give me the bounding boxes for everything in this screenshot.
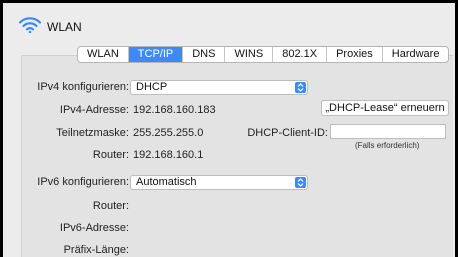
- dhcp-client-id-label: DHCP-Client-ID:: [247, 127, 328, 139]
- chevron-updown-icon: [295, 177, 306, 188]
- ipv4-router-value: 192.168.160.1: [133, 149, 204, 161]
- ipv4-configure-label: IPv4 konfigurieren:: [37, 81, 129, 93]
- tab-8021x[interactable]: 802.1X: [273, 47, 328, 62]
- ipv6-configure-select[interactable]: Automatisch: [130, 175, 308, 190]
- tab-bar: WLAN TCP/IP DNS WINS 802.1X Proxies Hard…: [77, 46, 450, 63]
- ipv6-router-label: Router:: [92, 200, 129, 212]
- wifi-icon: [19, 17, 41, 33]
- title-bar: WLAN: [3, 3, 455, 43]
- ipv6-configure-value: Automatisch: [136, 176, 197, 188]
- ipv4-configure-value: DHCP: [136, 81, 168, 93]
- tab-tcpip[interactable]: TCP/IP: [128, 47, 184, 62]
- renew-dhcp-lease-button[interactable]: „DHCP-Lease“ erneuern: [321, 100, 449, 116]
- subnet-mask-label: Teilnetzmaske:: [56, 127, 129, 139]
- ipv6-address-label: IPv6-Adresse:: [59, 222, 129, 234]
- client-id-hint: (Falls erforderlich): [355, 141, 420, 150]
- ipv4-configure-select[interactable]: DHCP: [130, 80, 308, 95]
- tab-hardware[interactable]: Hardware: [383, 47, 449, 62]
- window-title: WLAN: [47, 20, 82, 34]
- tab-wlan[interactable]: WLAN: [78, 47, 129, 62]
- ipv4-address-label: IPv4-Adresse:: [59, 104, 129, 116]
- tab-proxies[interactable]: Proxies: [327, 47, 383, 62]
- dhcp-client-id-field[interactable]: [330, 124, 446, 139]
- tab-dns[interactable]: DNS: [183, 47, 226, 62]
- ipv4-router-label: Router:: [92, 149, 129, 161]
- tab-wins[interactable]: WINS: [225, 47, 274, 62]
- ipv4-address-value: 192.168.160.183: [133, 104, 216, 116]
- chevron-updown-icon: [295, 82, 306, 93]
- prefix-length-label: Präfix-Länge:: [63, 244, 129, 256]
- network-settings-window: WLAN WLAN TCP/IP DNS WINS 802.1X Proxies…: [3, 3, 455, 257]
- subnet-mask-value: 255.255.255.0: [133, 127, 204, 139]
- ipv6-configure-label: IPv6 konfigurieren:: [37, 176, 129, 188]
